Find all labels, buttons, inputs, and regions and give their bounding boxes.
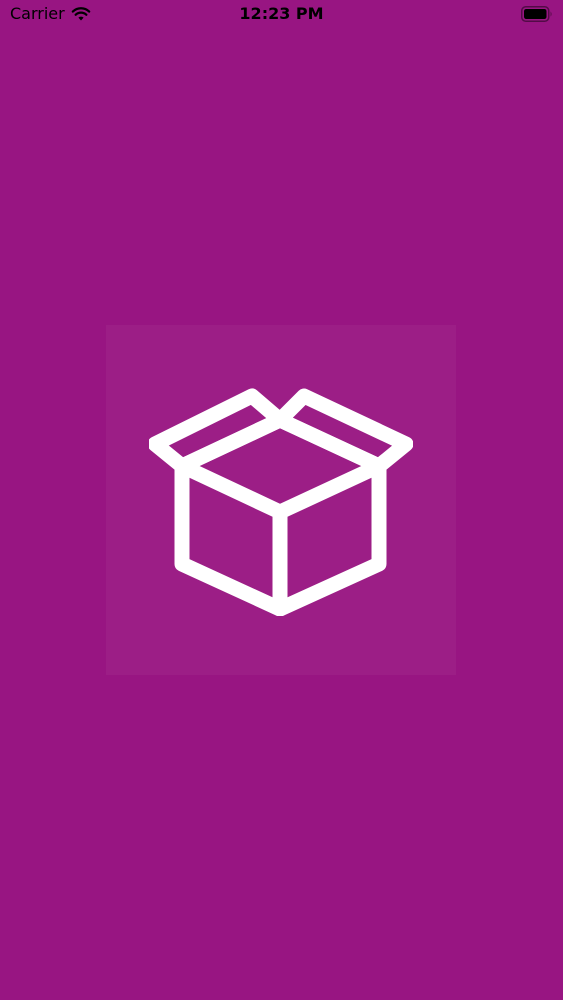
status-time: 12:23 PM [239, 4, 324, 23]
status-bar: Carrier 12:23 PM [0, 0, 563, 30]
battery-full-icon [521, 6, 552, 22]
splash-logo-tile [106, 325, 456, 675]
open-box-icon [149, 388, 413, 616]
